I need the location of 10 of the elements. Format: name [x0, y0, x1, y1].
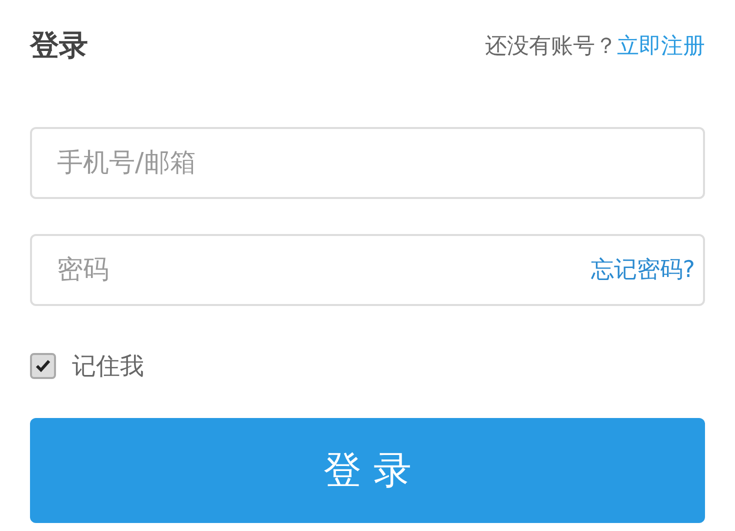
remember-label: 记住我: [72, 351, 144, 382]
checkmark-icon: [34, 357, 52, 375]
login-button[interactable]: 登 录: [30, 418, 705, 523]
remember-checkbox[interactable]: [30, 353, 56, 379]
signup-prompt: 还没有账号？: [485, 32, 617, 60]
login-title: 登录: [30, 27, 88, 64]
password-field[interactable]: 密码 忘记密码?: [30, 234, 705, 306]
signup-link[interactable]: 立即注册: [617, 30, 705, 62]
account-field[interactable]: 手机号/邮箱: [30, 127, 705, 199]
forgot-password-link[interactable]: 忘记密码?: [590, 252, 695, 288]
